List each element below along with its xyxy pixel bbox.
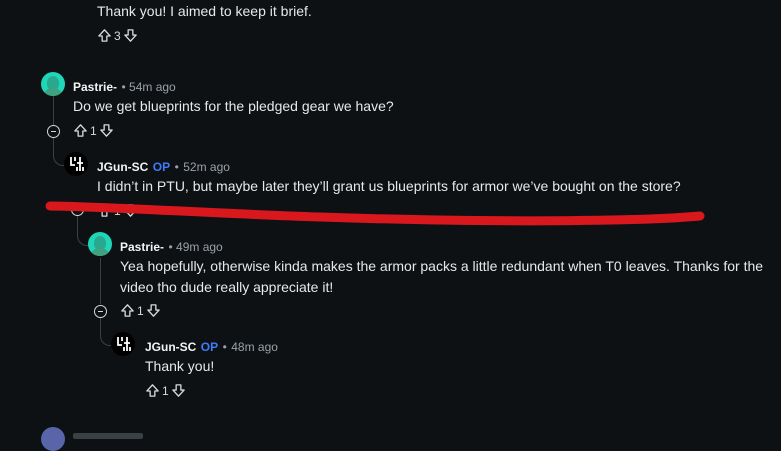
red-annotation-stroke (45, 201, 705, 226)
